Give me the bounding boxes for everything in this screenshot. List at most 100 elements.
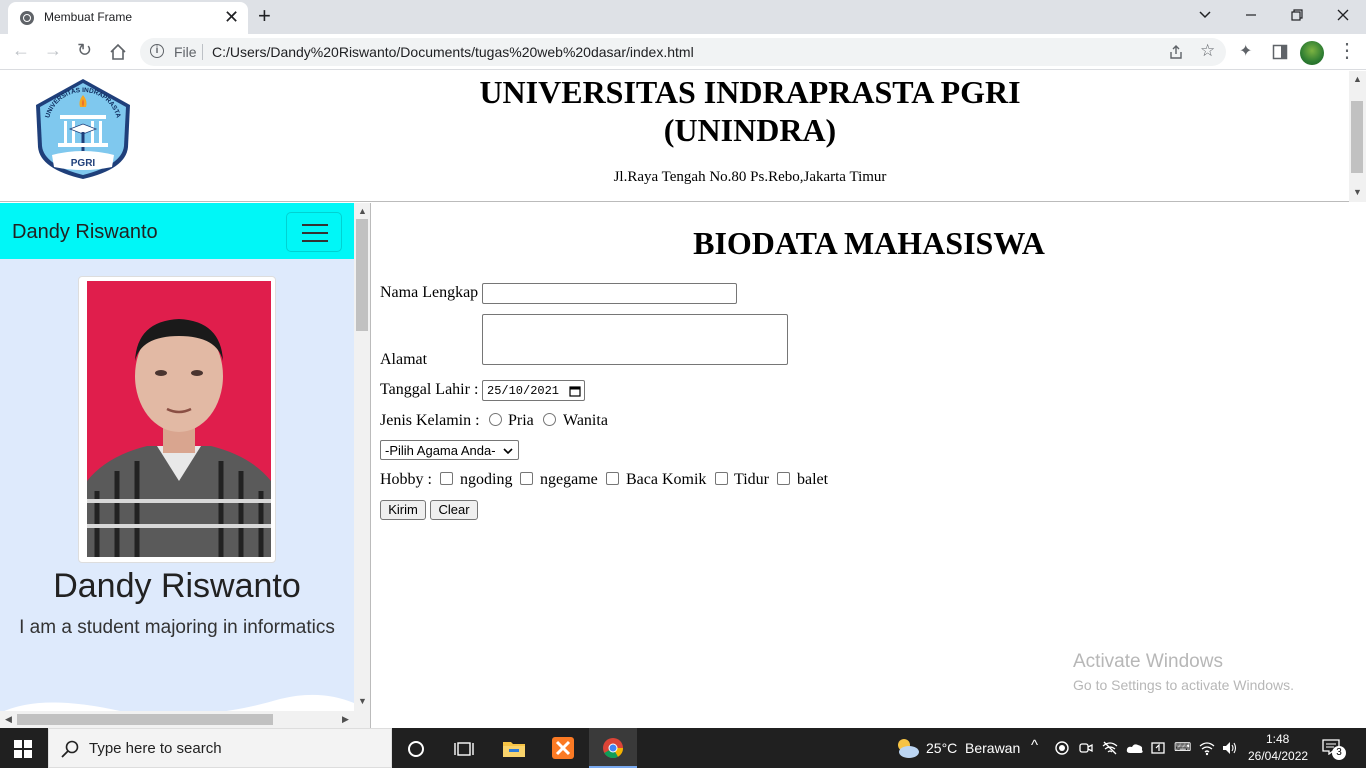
- scrollbar-thumb[interactable]: [1351, 101, 1363, 173]
- input-method-icon[interactable]: ⌨: [1174, 740, 1191, 754]
- home-icon[interactable]: [109, 43, 127, 61]
- close-window-icon[interactable]: [1336, 8, 1350, 22]
- gender-option-pria: Pria: [508, 412, 534, 429]
- tanggal-label: Tanggal Lahir :: [380, 381, 479, 398]
- wifi-icon[interactable]: [1199, 740, 1215, 756]
- new-tab-icon[interactable]: +: [258, 3, 271, 29]
- scroll-right-arrow-icon[interactable]: ▶: [342, 714, 349, 725]
- scroll-down-arrow-icon[interactable]: ▼: [1353, 187, 1362, 197]
- weather-temperature[interactable]: 25°C: [926, 740, 957, 756]
- show-hidden-icons-chevron-icon[interactable]: ^: [1031, 737, 1038, 754]
- tab-title: Membuat Frame: [44, 10, 133, 24]
- hobby-checkbox-balet[interactable]: [777, 472, 790, 485]
- browser-tab[interactable]: Membuat Frame ✕: [8, 2, 248, 34]
- nama-label: Nama Lengkap: [380, 284, 479, 301]
- profile-vertical-scrollbar[interactable]: ▲ ▼: [354, 203, 370, 728]
- scroll-up-arrow-icon[interactable]: ▲: [358, 206, 367, 216]
- volume-icon[interactable]: [1221, 740, 1237, 756]
- unindra-logo: UNIVERSITAS INDRAPRASTA PGRI: [36, 79, 130, 179]
- tanggal-value: 25/10/2021: [487, 384, 560, 398]
- meet-now-icon[interactable]: [1079, 741, 1093, 755]
- tanggal-input[interactable]: 25/10/2021: [482, 380, 585, 401]
- profile-frame: Dandy Riswanto Dandy Riswanto I am a stu…: [0, 203, 371, 728]
- clock-time[interactable]: 1:48: [1266, 732, 1289, 746]
- clock-date[interactable]: 26/04/2022: [1248, 749, 1308, 763]
- nama-input[interactable]: [482, 283, 737, 304]
- hobby-option-ngoding: ngoding: [460, 471, 513, 488]
- menu-icon[interactable]: ⋮: [1337, 38, 1357, 63]
- hobby-label: Hobby :: [380, 471, 432, 488]
- scrollbar-thumb[interactable]: [17, 714, 273, 725]
- restore-icon[interactable]: [1290, 8, 1304, 22]
- close-tab-icon[interactable]: ✕: [224, 7, 239, 28]
- windows-start-icon[interactable]: [14, 740, 32, 758]
- back-icon[interactable]: ←: [12, 40, 30, 61]
- bookmark-star-icon[interactable]: ☆: [1200, 41, 1215, 61]
- taskbar-search[interactable]: Type here to search: [48, 728, 392, 768]
- svg-text:PGRI: PGRI: [71, 158, 96, 169]
- hamburger-icon: [302, 224, 328, 226]
- profile-name: Dandy Riswanto: [53, 567, 301, 605]
- side-panel-icon[interactable]: [1272, 44, 1288, 60]
- alamat-label: Alamat: [380, 351, 428, 368]
- profile-navbar: Dandy Riswanto: [0, 203, 354, 259]
- file-explorer-icon[interactable]: [502, 738, 526, 758]
- profile-photo-frame: [78, 276, 276, 563]
- clear-button[interactable]: Clear: [430, 500, 478, 520]
- navbar-brand[interactable]: Dandy Riswanto: [12, 221, 158, 244]
- header-scrollbar[interactable]: ▲ ▼: [1349, 71, 1366, 202]
- search-icon: [61, 740, 79, 758]
- gender-radio-pria[interactable]: [489, 413, 502, 426]
- share-icon[interactable]: [1168, 44, 1184, 60]
- xampp-icon[interactable]: [552, 737, 574, 759]
- university-title-line2: (UNINDRA): [663, 112, 837, 148]
- weather-description[interactable]: Berawan: [965, 740, 1020, 756]
- notification-badge: 3: [1332, 746, 1346, 760]
- chrome-taskbar-button[interactable]: [589, 728, 637, 768]
- hobby-option-tidur: Tidur: [734, 471, 769, 488]
- weather-cloudy-icon[interactable]: [894, 737, 920, 759]
- university-title: UNIVERSITAS INDRAPRASTA PGRI (UNINDRA): [420, 73, 1080, 149]
- battery-status-icon[interactable]: [1151, 740, 1167, 756]
- chrome-icon: [603, 738, 623, 758]
- forward-icon[interactable]: →: [44, 40, 62, 61]
- scroll-up-arrow-icon[interactable]: ▲: [1353, 74, 1362, 84]
- hobby-checkbox-ngegame[interactable]: [520, 472, 533, 485]
- scroll-down-arrow-icon[interactable]: ▼: [358, 696, 367, 706]
- network-disabled-icon[interactable]: [1102, 740, 1118, 756]
- alamat-textarea[interactable]: [482, 314, 788, 365]
- cortana-icon[interactable]: [407, 740, 425, 758]
- hobby-option-balet: balet: [797, 471, 829, 488]
- task-view-icon[interactable]: [454, 740, 474, 758]
- hobby-option-baca-komik: Baca Komik: [626, 471, 707, 488]
- agama-select[interactable]: -Pilih Agama Anda-: [380, 440, 519, 460]
- reload-icon[interactable]: ↻: [77, 40, 92, 61]
- form-title: BIODATA MAHASISWA: [693, 225, 1045, 261]
- minimize-icon[interactable]: [1244, 8, 1258, 22]
- windows-taskbar: Type here to search 25°C Berawan ^ ⌨ 1:4…: [0, 728, 1366, 768]
- hamburger-menu-button[interactable]: [286, 212, 342, 252]
- scrollbar-thumb[interactable]: [356, 219, 368, 331]
- gender-radio-wanita[interactable]: [543, 413, 556, 426]
- university-address: Jl.Raya Tengah No.80 Ps.Rebo,Jakarta Tim…: [613, 169, 887, 185]
- submit-button[interactable]: Kirim: [380, 500, 426, 520]
- record-icon[interactable]: [1055, 741, 1069, 755]
- address-bar[interactable]: i File C:/Users/Dandy%20Riswanto/Documen…: [140, 38, 1226, 66]
- info-icon[interactable]: i: [150, 44, 164, 58]
- notification-center-button[interactable]: 3: [1322, 737, 1346, 760]
- profile-horizontal-scrollbar[interactable]: ◀ ▶: [0, 711, 354, 728]
- hobby-checkbox-ngoding[interactable]: [440, 472, 453, 485]
- hobby-checkbox-tidur[interactable]: [715, 472, 728, 485]
- form-frame: BIODATA MAHASISWA Nama Lengkap Alamat Ta…: [372, 203, 1366, 728]
- chevron-down-icon: [503, 448, 513, 455]
- hobby-checkbox-baca-komik[interactable]: [606, 472, 619, 485]
- gender-option-wanita: Wanita: [563, 412, 608, 429]
- tab-search-chevron-icon[interactable]: [1198, 8, 1212, 22]
- url-text[interactable]: C:/Users/Dandy%20Riswanto/Documents/tuga…: [212, 44, 694, 60]
- onedrive-cloud-icon[interactable]: [1126, 742, 1144, 754]
- calendar-icon[interactable]: [569, 385, 581, 397]
- scroll-left-arrow-icon[interactable]: ◀: [5, 714, 12, 725]
- extensions-icon[interactable]: ✦: [1239, 41, 1252, 61]
- profile-avatar[interactable]: [1300, 41, 1324, 65]
- university-title-line1: UNIVERSITAS INDRAPRASTA PGRI: [479, 74, 1021, 110]
